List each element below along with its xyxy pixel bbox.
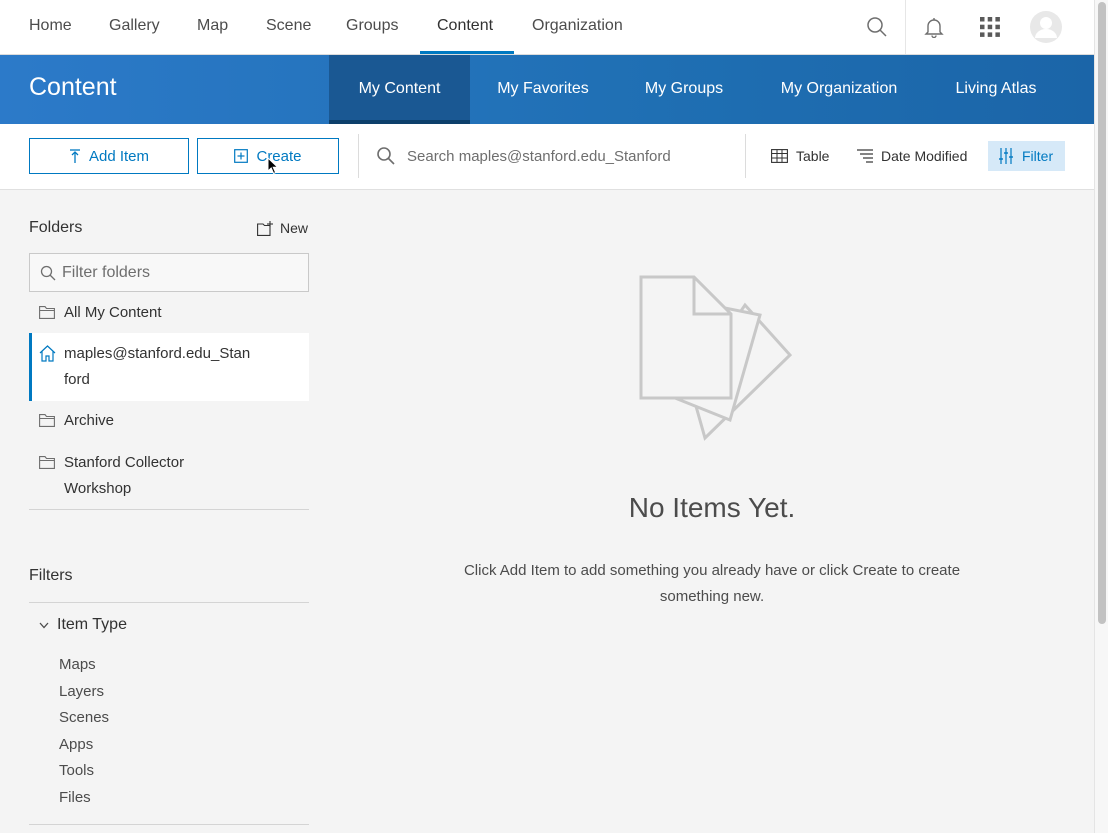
upload-icon — [69, 149, 80, 163]
user-avatar[interactable] — [1029, 10, 1063, 44]
nav-map[interactable]: Map — [197, 0, 228, 55]
top-navigation: Home Gallery Map Scene Groups Content Or… — [0, 0, 1094, 55]
add-item-label: Add Item — [88, 147, 150, 165]
nav-divider — [905, 0, 906, 54]
folder-label-line1: Stanford Collector — [64, 454, 185, 471]
plus-square-icon — [234, 149, 249, 163]
search-box — [358, 134, 746, 178]
folders-divider — [29, 509, 309, 510]
empty-state-description: Click Add Item to add something you alre… — [463, 562, 961, 605]
empty-documents-icon — [639, 275, 793, 441]
folder-label: Archive — [64, 412, 115, 429]
filters-divider — [29, 602, 309, 603]
nav-scene[interactable]: Scene — [266, 0, 311, 55]
type-maps[interactable]: Maps — [59, 656, 96, 673]
folder-label-line1: maples@stanford.edu_Stan — [64, 345, 251, 362]
folder-label: All My Content — [64, 304, 162, 321]
item-type-divider — [29, 824, 309, 825]
folder-label-line2: ford — [64, 371, 90, 388]
content-header: Content My Content My Favorites My Group… — [0, 55, 1094, 124]
empty-state-title: No Items Yet. — [628, 492, 796, 523]
filter-sliders-icon — [999, 148, 1013, 164]
tab-living-atlas[interactable]: Living Atlas — [942, 55, 1050, 124]
type-tools[interactable]: Tools — [59, 762, 94, 779]
sort-button[interactable]: Date Modified — [857, 141, 967, 171]
mouse-pointer-icon — [267, 157, 279, 175]
filter-button[interactable]: Filter — [988, 141, 1065, 171]
scrollbar-thumb[interactable] — [1098, 2, 1106, 624]
table-view-button[interactable]: Table — [771, 141, 829, 171]
folder-stanford-collector-workshop[interactable]: Stanford Collector Workshop — [29, 450, 309, 502]
folder-home-selected[interactable]: maples@stanford.edu_Stan ford — [29, 333, 309, 401]
type-files[interactable]: Files — [59, 789, 91, 806]
bell-icon[interactable] — [917, 10, 951, 44]
filter-label: Filter — [1022, 148, 1054, 164]
new-label: New — [280, 220, 309, 236]
app-launcher-icon[interactable] — [973, 10, 1007, 44]
page-title: Content — [29, 73, 117, 101]
type-scenes[interactable]: Scenes — [59, 709, 109, 726]
search-icon — [40, 265, 56, 281]
tab-my-content[interactable]: My Content — [329, 55, 470, 124]
filter-folders-input[interactable] — [62, 262, 302, 284]
nav-groups[interactable]: Groups — [346, 0, 398, 55]
item-type-label: Item Type — [57, 616, 127, 633]
nav-organization[interactable]: Organization — [532, 0, 623, 55]
sort-icon — [857, 149, 873, 163]
type-layers[interactable]: Layers — [59, 683, 104, 700]
content-toolbar: Add Item Create Table Date Modified Filt… — [0, 124, 1094, 190]
filter-folders-box — [29, 253, 309, 292]
filters-heading: Filters — [29, 567, 73, 584]
page-scrollbar[interactable] — [1094, 0, 1108, 833]
table-label: Table — [796, 148, 830, 164]
folder-all-my-content[interactable]: All My Content — [29, 300, 309, 326]
new-folder-icon — [257, 220, 273, 236]
folder-archive[interactable]: Archive — [29, 408, 309, 434]
nav-home[interactable]: Home — [29, 0, 72, 55]
home-icon — [39, 345, 56, 362]
folder-icon — [39, 414, 55, 427]
chevron-down-icon — [39, 622, 49, 628]
new-folder-button[interactable]: New — [257, 220, 308, 236]
item-type-toggle[interactable]: Item Type — [39, 616, 127, 634]
tab-my-favorites[interactable]: My Favorites — [486, 55, 600, 124]
nav-content[interactable]: Content — [437, 0, 493, 55]
search-icon — [377, 147, 395, 165]
active-nav-indicator — [420, 51, 514, 54]
folder-label-line2: Workshop — [64, 480, 132, 497]
nav-gallery[interactable]: Gallery — [109, 0, 160, 55]
search-input[interactable] — [407, 144, 727, 168]
folder-icon — [39, 456, 55, 469]
tab-my-groups[interactable]: My Groups — [632, 55, 736, 124]
search-icon[interactable] — [860, 10, 894, 44]
add-item-button[interactable]: Add Item — [29, 138, 189, 174]
create-label: Create — [256, 147, 302, 165]
tab-my-organization[interactable]: My Organization — [767, 55, 911, 124]
sort-label: Date Modified — [881, 148, 968, 164]
type-apps[interactable]: Apps — [59, 736, 93, 753]
folder-icon — [39, 306, 55, 319]
folders-heading: Folders — [29, 219, 83, 236]
table-icon — [771, 149, 788, 163]
